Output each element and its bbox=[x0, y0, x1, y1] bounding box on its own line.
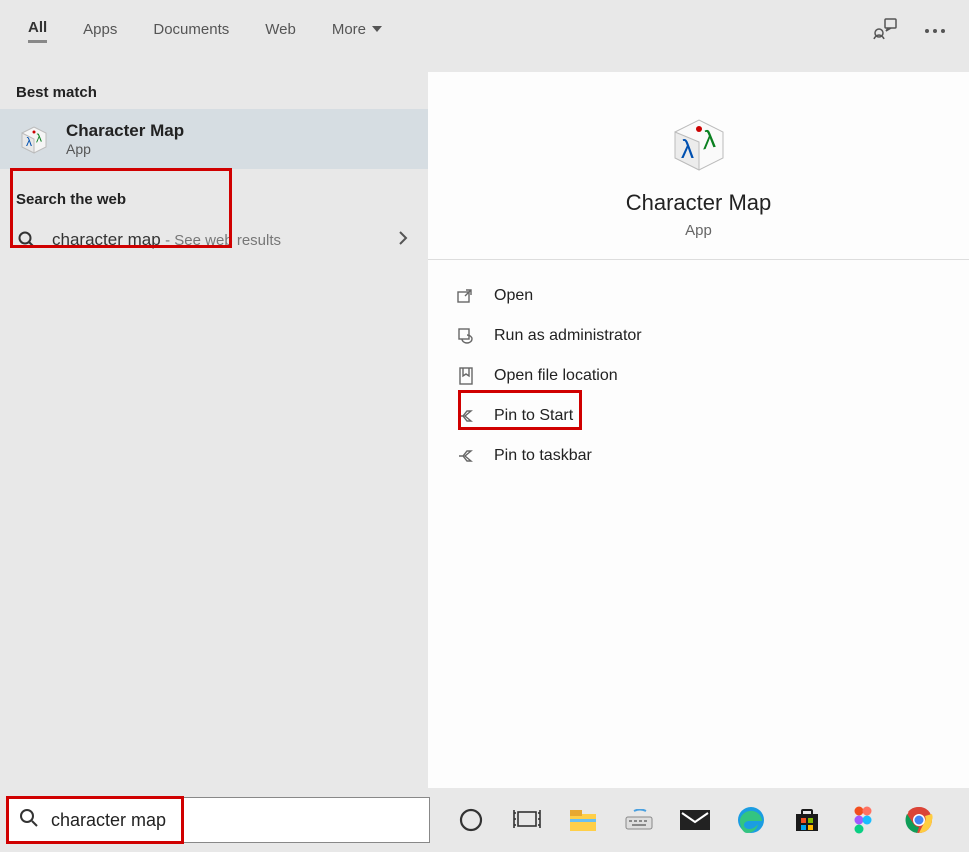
action-pin-taskbar-label: Pin to taskbar bbox=[494, 447, 592, 465]
character-map-app-icon-large: λ λ bbox=[663, 112, 735, 172]
tabs-bar: All Apps Documents Web More bbox=[0, 0, 969, 62]
action-pin-start[interactable]: Pin to Start bbox=[438, 396, 959, 436]
web-query: character map bbox=[52, 230, 161, 249]
file-explorer-icon[interactable] bbox=[568, 805, 598, 835]
search-input[interactable] bbox=[51, 810, 417, 831]
taskbar bbox=[0, 788, 969, 852]
mail-icon[interactable] bbox=[680, 805, 710, 835]
chrome-browser-icon[interactable] bbox=[904, 805, 934, 835]
result-character-map[interactable]: λ λ Character Map App bbox=[0, 109, 428, 169]
more-options-icon[interactable] bbox=[925, 29, 945, 33]
action-open-location[interactable]: Open file location bbox=[438, 356, 959, 396]
taskbar-search-box[interactable] bbox=[6, 797, 430, 843]
chevron-right-icon bbox=[398, 230, 408, 251]
action-open[interactable]: Open bbox=[438, 276, 959, 316]
action-run-admin-label: Run as administrator bbox=[494, 327, 642, 345]
character-map-app-icon: λ λ bbox=[16, 121, 52, 157]
edge-browser-icon[interactable] bbox=[736, 805, 766, 835]
section-search-web: Search the web bbox=[0, 169, 428, 216]
microsoft-store-icon[interactable] bbox=[792, 805, 822, 835]
tab-web[interactable]: Web bbox=[265, 21, 296, 42]
svg-text:λ: λ bbox=[703, 123, 716, 155]
action-pin-taskbar[interactable]: Pin to taskbar bbox=[438, 436, 959, 476]
web-suffix: - See web results bbox=[165, 232, 281, 249]
result-type: App bbox=[66, 141, 184, 157]
details-type: App bbox=[448, 222, 949, 239]
action-open-location-label: Open file location bbox=[494, 367, 618, 385]
feedback-icon[interactable] bbox=[873, 18, 897, 45]
tab-apps[interactable]: Apps bbox=[83, 21, 117, 42]
actions-list: Open Run as administrator Open file loca… bbox=[428, 260, 969, 492]
search-icon bbox=[16, 231, 38, 249]
details-pane: λ λ Character Map App Open bbox=[428, 72, 969, 788]
results-pane: Best match λ λ Character Map App Search … bbox=[0, 62, 428, 788]
action-open-label: Open bbox=[494, 287, 533, 305]
admin-shield-icon bbox=[456, 327, 476, 345]
details-title: Character Map bbox=[448, 190, 949, 216]
action-run-admin[interactable]: Run as administrator bbox=[438, 316, 959, 356]
svg-text:λ: λ bbox=[36, 130, 42, 145]
folder-location-icon bbox=[456, 367, 476, 385]
svg-text:λ: λ bbox=[26, 135, 32, 149]
tab-more[interactable]: More bbox=[332, 21, 382, 42]
pin-icon bbox=[456, 408, 476, 424]
on-screen-keyboard-icon[interactable] bbox=[624, 805, 654, 835]
section-best-match: Best match bbox=[0, 62, 428, 109]
web-result-row[interactable]: character map - See web results bbox=[0, 216, 428, 264]
svg-text:λ: λ bbox=[681, 134, 694, 164]
action-pin-start-label: Pin to Start bbox=[494, 407, 573, 425]
tab-documents[interactable]: Documents bbox=[153, 21, 229, 42]
task-view-icon[interactable] bbox=[512, 805, 542, 835]
tab-more-label: More bbox=[332, 21, 366, 38]
search-icon bbox=[19, 808, 39, 833]
cortana-icon[interactable] bbox=[456, 805, 486, 835]
tab-all[interactable]: All bbox=[28, 19, 47, 43]
chevron-down-icon bbox=[372, 26, 382, 32]
pin-icon bbox=[456, 448, 476, 464]
result-title: Character Map bbox=[66, 121, 184, 141]
open-icon bbox=[456, 288, 476, 304]
figma-icon[interactable] bbox=[848, 805, 878, 835]
